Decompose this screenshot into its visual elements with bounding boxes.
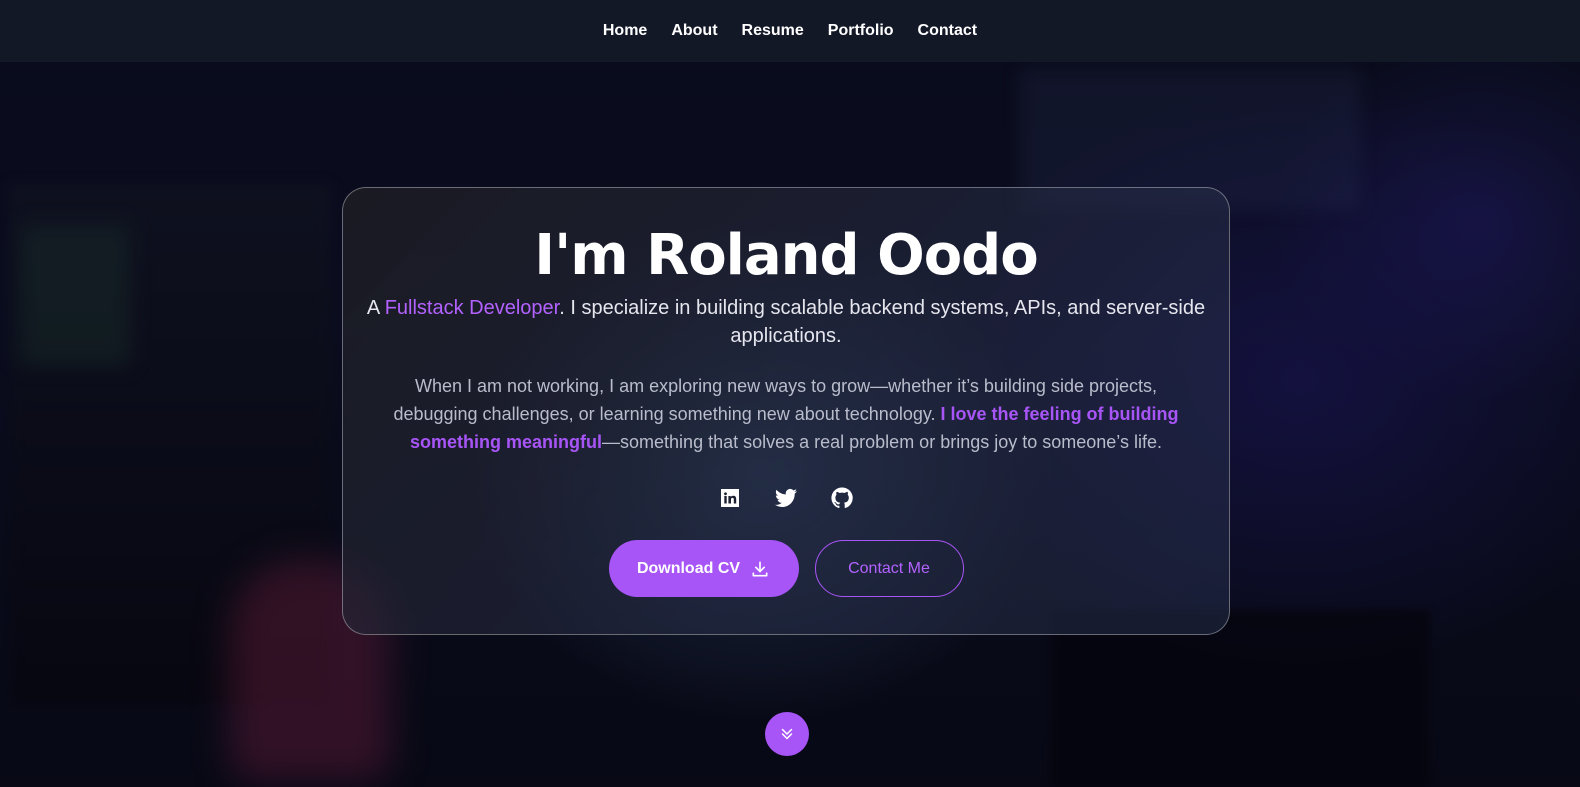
twitter-icon — [774, 486, 798, 510]
twitter-link[interactable] — [774, 486, 798, 510]
nav-link-contact[interactable]: Contact — [918, 22, 978, 40]
github-icon — [830, 486, 854, 510]
hero-title: I'm Roland Oodo — [534, 223, 1039, 288]
contact-me-button[interactable]: Contact Me — [814, 540, 964, 597]
nav-link-resume[interactable]: Resume — [742, 22, 804, 40]
role-highlight: Fullstack Developer — [384, 297, 560, 319]
subtitle-rest: . I specialize in building scalable back… — [559, 297, 1206, 347]
top-navbar: Home About Resume Portfolio Contact — [0, 0, 1580, 62]
github-link[interactable] — [830, 486, 854, 510]
chevrons-down-icon — [778, 725, 796, 743]
nav-link-about[interactable]: About — [671, 22, 717, 40]
download-cv-label: Download CV — [636, 559, 741, 577]
subtitle-prefix: A — [366, 297, 385, 319]
download-icon — [750, 559, 770, 579]
hero-buttons: Download CV Contact Me — [343, 540, 1229, 597]
linkedin-icon — [718, 486, 742, 510]
nav-link-portfolio[interactable]: Portfolio — [828, 22, 894, 40]
nav-link-home[interactable]: Home — [603, 22, 647, 40]
hero-bio: When I am not working, I am exploring ne… — [386, 372, 1186, 456]
social-links — [343, 486, 1229, 510]
hero-card: I'm Roland Oodo A Fullstack Developer. I… — [342, 187, 1230, 635]
portfolio-page: Home About Resume Portfolio Contact I'm … — [0, 0, 1580, 787]
bio-part-2: —something that solves a real problem or… — [602, 432, 1162, 452]
download-cv-button[interactable]: Download CV — [608, 540, 799, 597]
linkedin-link[interactable] — [718, 486, 742, 510]
hero-subtitle: A Fullstack Developer. I specialize in b… — [366, 294, 1206, 350]
scroll-down-button[interactable] — [765, 712, 809, 756]
